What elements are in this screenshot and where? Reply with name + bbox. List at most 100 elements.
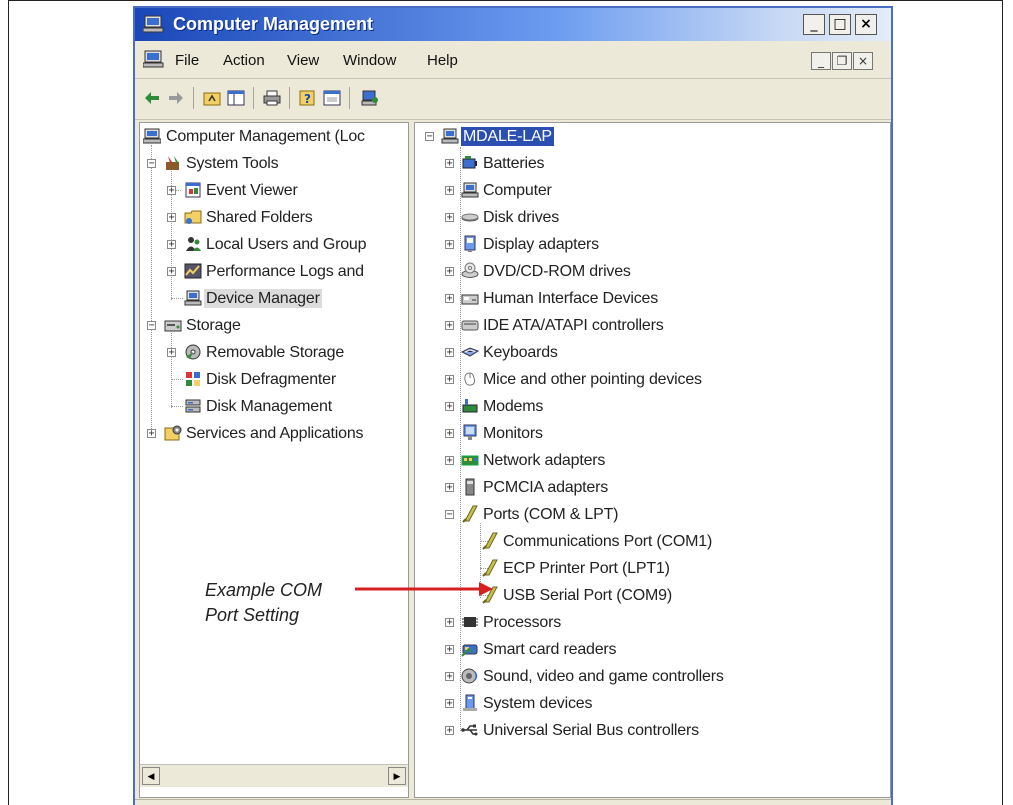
maximize-button[interactable]: □: [829, 14, 851, 35]
tree-item-services-applications[interactable]: + Services and Applications: [140, 420, 408, 447]
horizontal-scrollbar[interactable]: ◀ ▶: [140, 764, 408, 787]
expand-toggle[interactable]: +: [445, 456, 454, 466]
device-tree-item[interactable]: + Batteries: [415, 150, 890, 177]
scan-hardware-icon[interactable]: [361, 89, 379, 107]
tree-item-storage[interactable]: − Storage: [140, 312, 408, 339]
collapse-toggle[interactable]: −: [445, 510, 454, 520]
close-button[interactable]: ×: [855, 14, 877, 35]
show-hide-tree-icon[interactable]: [227, 89, 245, 107]
expand-toggle[interactable]: +: [167, 213, 176, 223]
tree-item-computer-management[interactable]: Computer Management (Loc: [140, 123, 408, 150]
tree-item-label: Storage: [186, 317, 241, 334]
tree-item-label: Local Users and Group: [206, 236, 367, 253]
expand-toggle[interactable]: +: [445, 699, 454, 709]
expand-toggle[interactable]: +: [445, 186, 454, 196]
mdi-restore-button[interactable]: ❐: [832, 52, 852, 70]
device-tree-item[interactable]: + Smart card readers: [415, 636, 890, 663]
battery-icon: [462, 156, 477, 169]
device-tree-item[interactable]: + Disk drives: [415, 204, 890, 231]
expand-toggle[interactable]: +: [445, 402, 454, 412]
tree-item-performance-logs[interactable]: + Performance Logs and: [140, 258, 408, 285]
tree-item-label: DVD/CD-ROM drives: [483, 263, 631, 280]
tree-item-label: Event Viewer: [206, 182, 298, 199]
expand-toggle[interactable]: +: [445, 213, 454, 223]
tree-item-event-viewer[interactable]: + Event Viewer: [140, 177, 408, 204]
expand-toggle[interactable]: +: [445, 159, 454, 169]
device-tree-item[interactable]: − MDALE-LAP: [415, 123, 890, 150]
device-tree-item[interactable]: − Ports (COM & LPT): [415, 501, 890, 528]
expand-toggle[interactable]: +: [445, 321, 454, 331]
collapse-toggle[interactable]: −: [425, 132, 434, 142]
tree-item-shared-folders[interactable]: + Shared Folders: [140, 204, 408, 231]
expand-toggle[interactable]: +: [445, 645, 454, 655]
tree-item-system-tools[interactable]: − System Tools: [140, 150, 408, 177]
device-tree-item[interactable]: Communications Port (COM1): [415, 528, 890, 555]
expand-toggle[interactable]: +: [445, 348, 454, 358]
expand-toggle[interactable]: +: [167, 186, 176, 196]
scroll-right-button[interactable]: ▶: [388, 767, 406, 785]
menu-view[interactable]: View: [287, 52, 319, 69]
expand-toggle[interactable]: +: [445, 375, 454, 385]
device-tree-item[interactable]: + Keyboards: [415, 339, 890, 366]
title-bar[interactable]: Computer Management _ □ ×: [135, 8, 891, 41]
device-tree-item[interactable]: + Mice and other pointing devices: [415, 366, 890, 393]
tree-guide-line: [171, 379, 183, 380]
expand-toggle[interactable]: +: [445, 429, 454, 439]
expand-toggle[interactable]: +: [445, 483, 454, 493]
mdi-minimize-button[interactable]: _: [811, 52, 831, 70]
device-tree-item[interactable]: + Network adapters: [415, 447, 890, 474]
tree-item-disk-management[interactable]: Disk Management: [140, 393, 408, 420]
collapse-toggle[interactable]: −: [147, 321, 156, 331]
menu-action[interactable]: Action: [223, 52, 265, 69]
console-tree-pane[interactable]: Computer Management (Loc − System Tools …: [139, 122, 409, 798]
device-tree-item[interactable]: + Universal Serial Bus controllers: [415, 717, 890, 744]
scroll-left-button[interactable]: ◀: [142, 767, 160, 785]
device-tree-item[interactable]: + Modems: [415, 393, 890, 420]
expand-toggle[interactable]: +: [445, 726, 454, 736]
device-tree-item[interactable]: + IDE ATA/ATAPI controllers: [415, 312, 890, 339]
tree-item-label: Removable Storage: [206, 344, 345, 361]
collapse-toggle[interactable]: −: [147, 159, 156, 169]
expand-toggle[interactable]: +: [445, 267, 454, 277]
status-bar: [135, 799, 891, 805]
expand-toggle[interactable]: +: [167, 267, 176, 277]
menu-file[interactable]: File: [175, 52, 199, 69]
device-tree-item[interactable]: + Sound, video and game controllers: [415, 663, 890, 690]
tree-item-device-manager[interactable]: Device Manager: [140, 285, 408, 312]
device-tree-item[interactable]: ECP Printer Port (LPT1): [415, 555, 890, 582]
device-tree-item[interactable]: + Monitors: [415, 420, 890, 447]
up-folder-icon[interactable]: [203, 89, 221, 107]
device-tree-item[interactable]: + PCMCIA adapters: [415, 474, 890, 501]
console-icon[interactable]: [143, 49, 165, 69]
tree-item-disk-defragmenter[interactable]: Disk Defragmenter: [140, 366, 408, 393]
mdi-close-button[interactable]: ×: [853, 52, 873, 70]
expand-toggle[interactable]: +: [147, 429, 156, 439]
expand-toggle[interactable]: +: [445, 240, 454, 250]
device-tree-pane[interactable]: − MDALE-LAP + Batteries + Computer + Disk drive…: [414, 122, 891, 798]
expand-toggle[interactable]: +: [445, 294, 454, 304]
properties-icon[interactable]: [323, 89, 341, 107]
menu-help[interactable]: Help: [427, 52, 458, 69]
back-arrow-icon[interactable]: [143, 89, 161, 107]
print-icon[interactable]: [263, 89, 281, 107]
storage-icon: [164, 320, 182, 332]
computer-icon: [441, 128, 459, 144]
expand-toggle[interactable]: +: [167, 240, 176, 250]
expand-toggle[interactable]: +: [167, 348, 176, 358]
tree-item-local-users[interactable]: + Local Users and Group: [140, 231, 408, 258]
network-adapter-icon: [461, 455, 479, 466]
device-tree-item[interactable]: + Computer: [415, 177, 890, 204]
device-tree-item[interactable]: + Display adapters: [415, 231, 890, 258]
forward-arrow-icon[interactable]: [167, 89, 185, 107]
menu-window[interactable]: Window: [343, 52, 396, 69]
device-tree-item[interactable]: + DVD/CD-ROM drives: [415, 258, 890, 285]
minimize-button[interactable]: _: [803, 14, 825, 35]
expand-toggle[interactable]: +: [445, 618, 454, 628]
device-tree-item[interactable]: + Human Interface Devices: [415, 285, 890, 312]
device-tree-item[interactable]: + Processors: [415, 609, 890, 636]
tree-item-removable-storage[interactable]: + Removable Storage: [140, 339, 408, 366]
expand-toggle[interactable]: +: [445, 672, 454, 682]
device-tree-item[interactable]: + System devices: [415, 690, 890, 717]
tree-guide-line: [171, 298, 183, 299]
help-icon[interactable]: ?: [299, 89, 317, 107]
